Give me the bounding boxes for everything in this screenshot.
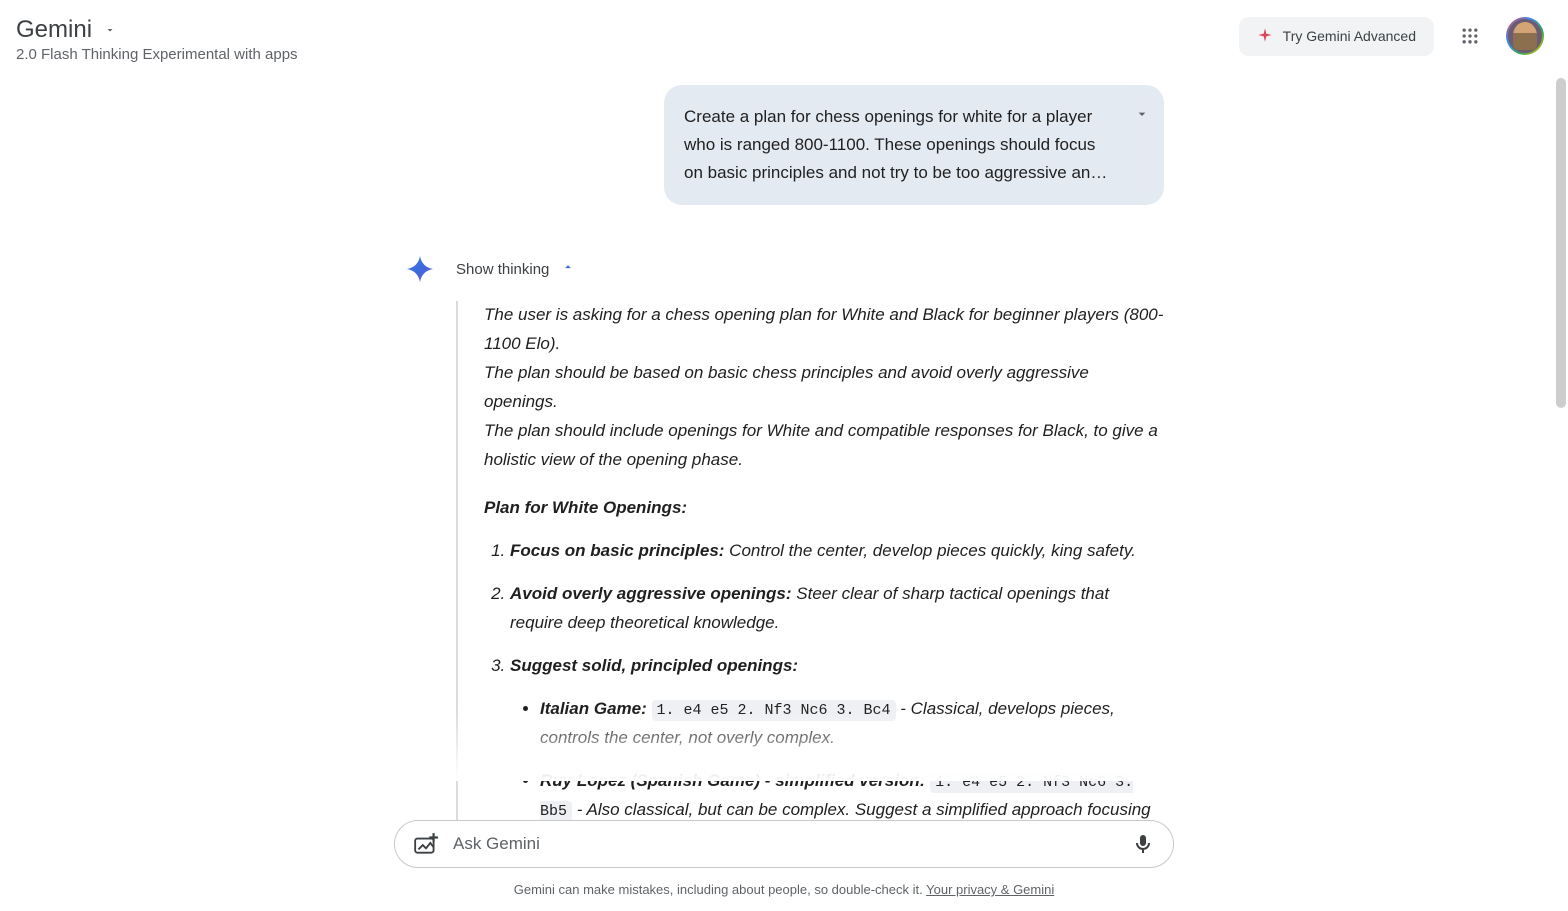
- item1-bold: Focus on basic principles:: [510, 541, 724, 560]
- brand-title: Gemini: [16, 16, 92, 44]
- account-avatar[interactable]: [1506, 17, 1544, 55]
- white-plan-list: Focus on basic principles: Control the c…: [484, 537, 1164, 853]
- user-message-row: Create a plan for chess openings for whi…: [404, 85, 1164, 205]
- header-left: Gemini 2.0 Flash Thinking Experimental w…: [16, 16, 298, 63]
- microphone-button[interactable]: [1131, 832, 1155, 856]
- item3-bold: Suggest solid, principled openings:: [510, 656, 798, 675]
- add-image-button[interactable]: [413, 831, 439, 857]
- disclaimer-text: Gemini can make mistakes, including abou…: [514, 882, 926, 897]
- header-right: Try Gemini Advanced: [1239, 16, 1544, 56]
- show-thinking-toggle[interactable]: Show thinking: [456, 260, 575, 278]
- model-dropdown-caret[interactable]: [100, 20, 120, 40]
- expand-prompt-button[interactable]: [1134, 103, 1150, 131]
- privacy-link[interactable]: Your privacy & Gemini: [926, 882, 1054, 897]
- scrollbar-thumb[interactable]: [1556, 78, 1566, 408]
- try-gemini-advanced-button[interactable]: Try Gemini Advanced: [1239, 17, 1434, 56]
- user-message-text: Create a plan for chess openings for whi…: [684, 107, 1107, 182]
- input-area: Gemini can make mistakes, including abou…: [0, 820, 1568, 911]
- apps-grid-icon: [1460, 26, 1480, 46]
- conversation-area: Create a plan for chess openings for whi…: [394, 85, 1174, 905]
- add-image-icon: [413, 831, 439, 857]
- list-item: Focus on basic principles: Control the c…: [510, 537, 1164, 566]
- brand-row[interactable]: Gemini: [16, 16, 298, 44]
- item1-rest: Control the center, develop pieces quick…: [724, 541, 1135, 560]
- item2-bold: Avoid overly aggressive openings:: [510, 584, 792, 603]
- sub2-name: Ruy Lopez (Spanish Game) - simplified ve…: [540, 771, 925, 790]
- header: Gemini 2.0 Flash Thinking Experimental w…: [0, 0, 1568, 71]
- avatar-image: [1508, 19, 1542, 53]
- thinking-content: The user is asking for a chess opening p…: [456, 301, 1164, 853]
- prompt-input[interactable]: [453, 834, 1117, 854]
- gemini-logo-icon: [404, 253, 436, 285]
- caret-down-icon: [104, 24, 116, 36]
- microphone-icon: [1131, 832, 1155, 856]
- sub1-code: 1. e4 e5 2. Nf3 Nc6 3. Bc4: [652, 700, 896, 721]
- google-apps-button[interactable]: [1450, 16, 1490, 56]
- try-advanced-label: Try Gemini Advanced: [1283, 28, 1416, 44]
- disclaimer: Gemini can make mistakes, including abou…: [0, 882, 1568, 897]
- user-message-bubble[interactable]: Create a plan for chess openings for whi…: [664, 85, 1164, 205]
- chevron-down-icon: [1134, 106, 1150, 122]
- sparkle-icon: [1257, 27, 1273, 46]
- thinking-intro-1: The user is asking for a chess opening p…: [484, 301, 1164, 359]
- thinking-intro-3: The plan should include openings for Whi…: [484, 417, 1164, 475]
- list-item: Italian Game: 1. e4 e5 2. Nf3 Nc6 3. Bc4…: [540, 695, 1164, 753]
- response-header-row: Show thinking: [404, 253, 1164, 285]
- scrollbar-track[interactable]: [1554, 0, 1568, 911]
- list-item: Avoid overly aggressive openings: Steer …: [510, 580, 1164, 638]
- white-openings-title: Plan for White Openings:: [484, 494, 1164, 523]
- chevron-up-icon: [561, 260, 575, 274]
- input-bar[interactable]: [394, 820, 1174, 868]
- thinking-intro-2: The plan should be based on basic chess …: [484, 359, 1164, 417]
- thinking-toggle-caret: [561, 260, 575, 278]
- model-subtitle: 2.0 Flash Thinking Experimental with app…: [16, 46, 298, 63]
- sub1-name: Italian Game:: [540, 699, 647, 718]
- show-thinking-label: Show thinking: [456, 261, 549, 278]
